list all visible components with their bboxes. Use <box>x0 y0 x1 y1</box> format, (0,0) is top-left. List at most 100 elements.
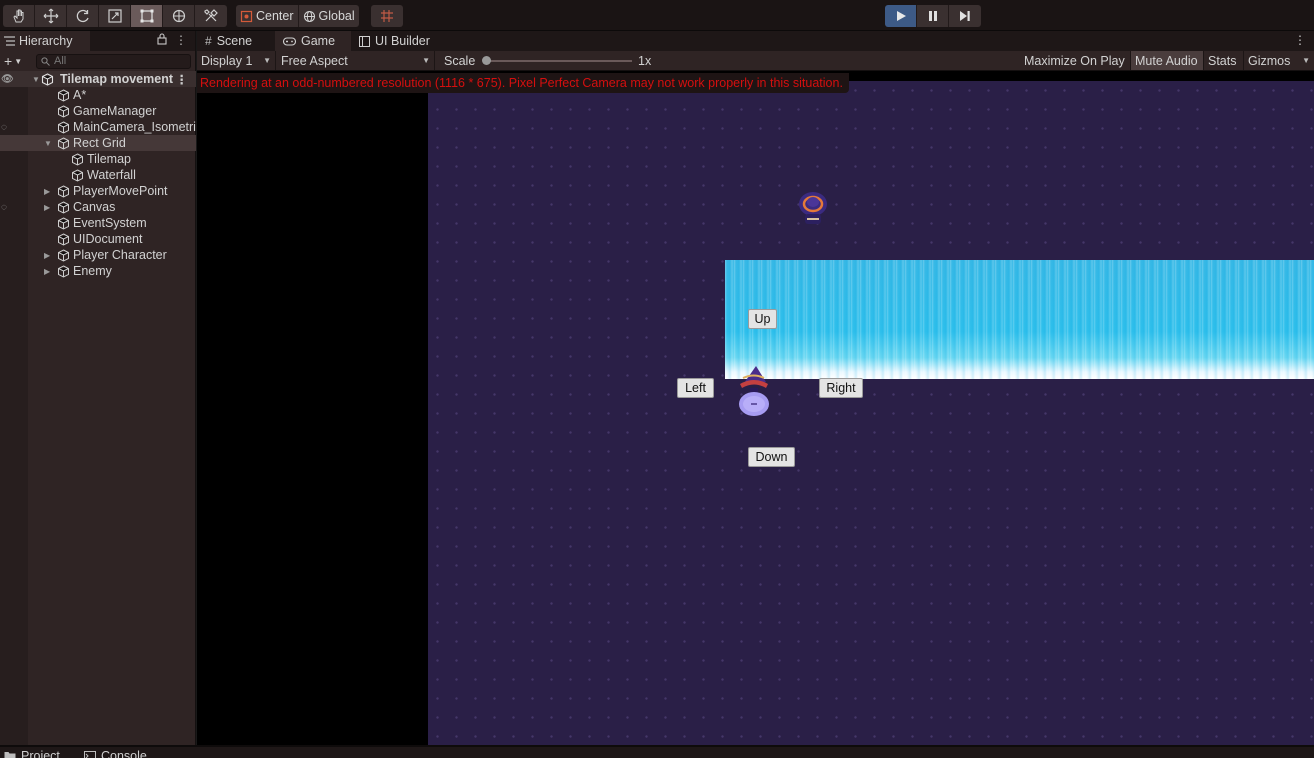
hierarchy-item-label: UIDocument <box>73 232 143 246</box>
tab-game[interactable]: Game <box>275 31 351 51</box>
ui-builder-icon <box>359 35 370 47</box>
gameobject-icon <box>56 248 70 262</box>
pixel-perfect-warning: Rendering at an odd-numbered resolution … <box>197 73 849 93</box>
hierarchy-item-maincamera[interactable]: ◌ MainCamera_Isometri <box>0 119 196 135</box>
search-placeholder: All <box>54 55 67 67</box>
hierarchy-item-astar[interactable]: A* <box>0 87 196 103</box>
pivot-center-icon <box>240 10 253 22</box>
gizmos-toggle[interactable]: Gizmos ▼ <box>1244 51 1314 70</box>
up-button-label: Up <box>754 312 771 326</box>
dropdown-arrow-icon[interactable]: ▼ <box>1302 56 1310 65</box>
scale-slider-handle[interactable] <box>482 56 491 65</box>
tab-console-label: Console <box>101 749 147 758</box>
hierarchy-item-canvas[interactable]: ◌ ▶ Canvas <box>0 199 196 215</box>
up-button[interactable]: Up <box>748 309 777 329</box>
tab-scene[interactable]: # Scene <box>197 31 275 51</box>
tab-console[interactable]: Console <box>84 749 147 758</box>
game-panel: # Scene Game UI Builder ⋮ Display 1 ▼ Fr… <box>197 31 1314 745</box>
collapse-arrow-icon[interactable]: ▶ <box>44 267 50 276</box>
collapse-arrow-icon[interactable]: ▶ <box>44 251 50 260</box>
expand-arrow-icon[interactable]: ▼ <box>44 139 52 148</box>
pivot-space-label: Global <box>318 9 355 23</box>
hierarchy-item-rect-grid[interactable]: ▼ Rect Grid <box>0 135 196 151</box>
left-button[interactable]: Left <box>677 378 714 398</box>
tab-project-label: Project <box>21 749 60 758</box>
right-button-label: Right <box>826 381 856 395</box>
hierarchy-item-uidocument[interactable]: UIDocument <box>0 231 196 247</box>
scene-row[interactable]: 👁 ▼ Tilemap movement ⋮ <box>0 71 196 87</box>
hand-icon <box>12 9 23 23</box>
grid-snap-icon <box>381 10 393 22</box>
hierarchy-item-waterfall[interactable]: Waterfall <box>0 167 196 183</box>
lock-icon[interactable] <box>157 33 167 45</box>
rotate-tool-button[interactable] <box>67 5 99 27</box>
hierarchy-list-icon <box>4 36 15 46</box>
custom-tools-button[interactable] <box>195 5 227 27</box>
aspect-select[interactable]: Free Aspect ▼ <box>277 51 435 70</box>
hierarchy-search-input[interactable]: All <box>36 53 191 69</box>
display-select-value: Display 1 <box>201 53 253 68</box>
scale-value: 1x <box>638 53 652 68</box>
hierarchy-item-label: PlayerMovePoint <box>73 184 168 198</box>
pivot-group: Center Global <box>236 5 359 27</box>
tab-ui-builder[interactable]: UI Builder <box>351 31 443 51</box>
tab-project[interactable]: Project <box>4 749 60 758</box>
move-tool-button[interactable] <box>35 5 67 27</box>
hierarchy-item-gamemanager[interactable]: GameManager <box>0 103 196 119</box>
expand-arrow-icon[interactable]: ▼ <box>32 75 40 84</box>
collapse-arrow-icon[interactable]: ▶ <box>44 187 50 196</box>
hierarchy-item-playermovepoint[interactable]: ▶ PlayerMovePoint <box>0 183 196 199</box>
pause-button[interactable] <box>917 5 949 27</box>
hand-tool-button[interactable] <box>3 5 35 27</box>
hash-icon: # <box>205 34 212 48</box>
hierarchy-tabbar: Hierarchy ⋮ <box>0 31 195 51</box>
play-button[interactable] <box>885 5 917 27</box>
hierarchy-item-label: Rect Grid <box>73 136 126 150</box>
hierarchy-item-enemy[interactable]: ▶ Enemy <box>0 263 196 279</box>
stats-toggle[interactable]: Stats <box>1204 51 1244 70</box>
display-select[interactable]: Display 1 ▼ <box>197 51 276 70</box>
rect-tool-button[interactable] <box>131 5 163 27</box>
tab-hierarchy[interactable]: Hierarchy <box>0 31 90 51</box>
down-button[interactable]: Down <box>748 447 795 467</box>
gameobject-icon <box>56 216 70 230</box>
step-button[interactable] <box>949 5 981 27</box>
transform-tool-button[interactable] <box>163 5 195 27</box>
hierarchy-tab-actions: ⋮ <box>157 33 187 47</box>
pivot-space-button[interactable]: Global <box>298 5 359 27</box>
hierarchy-item-label: Canvas <box>73 200 116 214</box>
move-icon <box>43 8 58 24</box>
tab-scene-label: Scene <box>216 34 253 48</box>
scale-slider-track[interactable] <box>484 60 632 62</box>
warning-text: Rendering at an odd-numbered resolution … <box>200 76 843 90</box>
scale-tool-button[interactable] <box>99 5 131 27</box>
pivot-mode-button[interactable]: Center <box>236 5 299 27</box>
hierarchy-item-tilemap[interactable]: Tilemap <box>0 151 196 167</box>
hierarchy-item-player-character[interactable]: ▶ Player Character <box>0 247 196 263</box>
console-icon <box>84 751 96 758</box>
gameobject-icon <box>56 184 70 198</box>
collapse-arrow-icon[interactable]: ▶ <box>44 203 50 212</box>
maximize-on-play-label: Maximize On Play <box>1024 53 1125 68</box>
hierarchy-tree: 👁 ▼ Tilemap movement ⋮ A* GameManager ◌ … <box>0 71 196 279</box>
gameobject-icon <box>56 120 70 134</box>
mute-audio-toggle[interactable]: Mute Audio <box>1131 51 1204 70</box>
left-button-label: Left <box>685 381 706 395</box>
hierarchy-item-label: Enemy <box>73 264 112 278</box>
game-viewport[interactable]: Rendering at an odd-numbered resolution … <box>197 71 1314 745</box>
create-object-button[interactable]: + ▼ <box>4 53 30 69</box>
scale-control: Scale 1x <box>440 51 652 70</box>
hierarchy-item-eventsystem[interactable]: EventSystem <box>0 215 196 231</box>
maximize-on-play-toggle[interactable]: Maximize On Play <box>1020 51 1131 70</box>
hierarchy-item-label: EventSystem <box>73 216 147 230</box>
hierarchy-kebab-icon[interactable]: ⋮ <box>175 33 187 47</box>
hidden-eye-icon[interactable]: ◌ <box>1 202 7 213</box>
visibility-toggle-icon[interactable]: 👁 <box>1 74 14 85</box>
game-panel-kebab-icon[interactable]: ⋮ <box>1294 33 1306 47</box>
hidden-eye-icon[interactable]: ◌ <box>1 122 7 133</box>
right-button[interactable]: Right <box>819 378 863 398</box>
rotate-icon <box>76 9 89 23</box>
scene-kebab-icon[interactable]: ⋮ <box>176 72 189 87</box>
grid-snap-group <box>371 5 403 27</box>
grid-snap-button[interactable] <box>371 5 403 27</box>
